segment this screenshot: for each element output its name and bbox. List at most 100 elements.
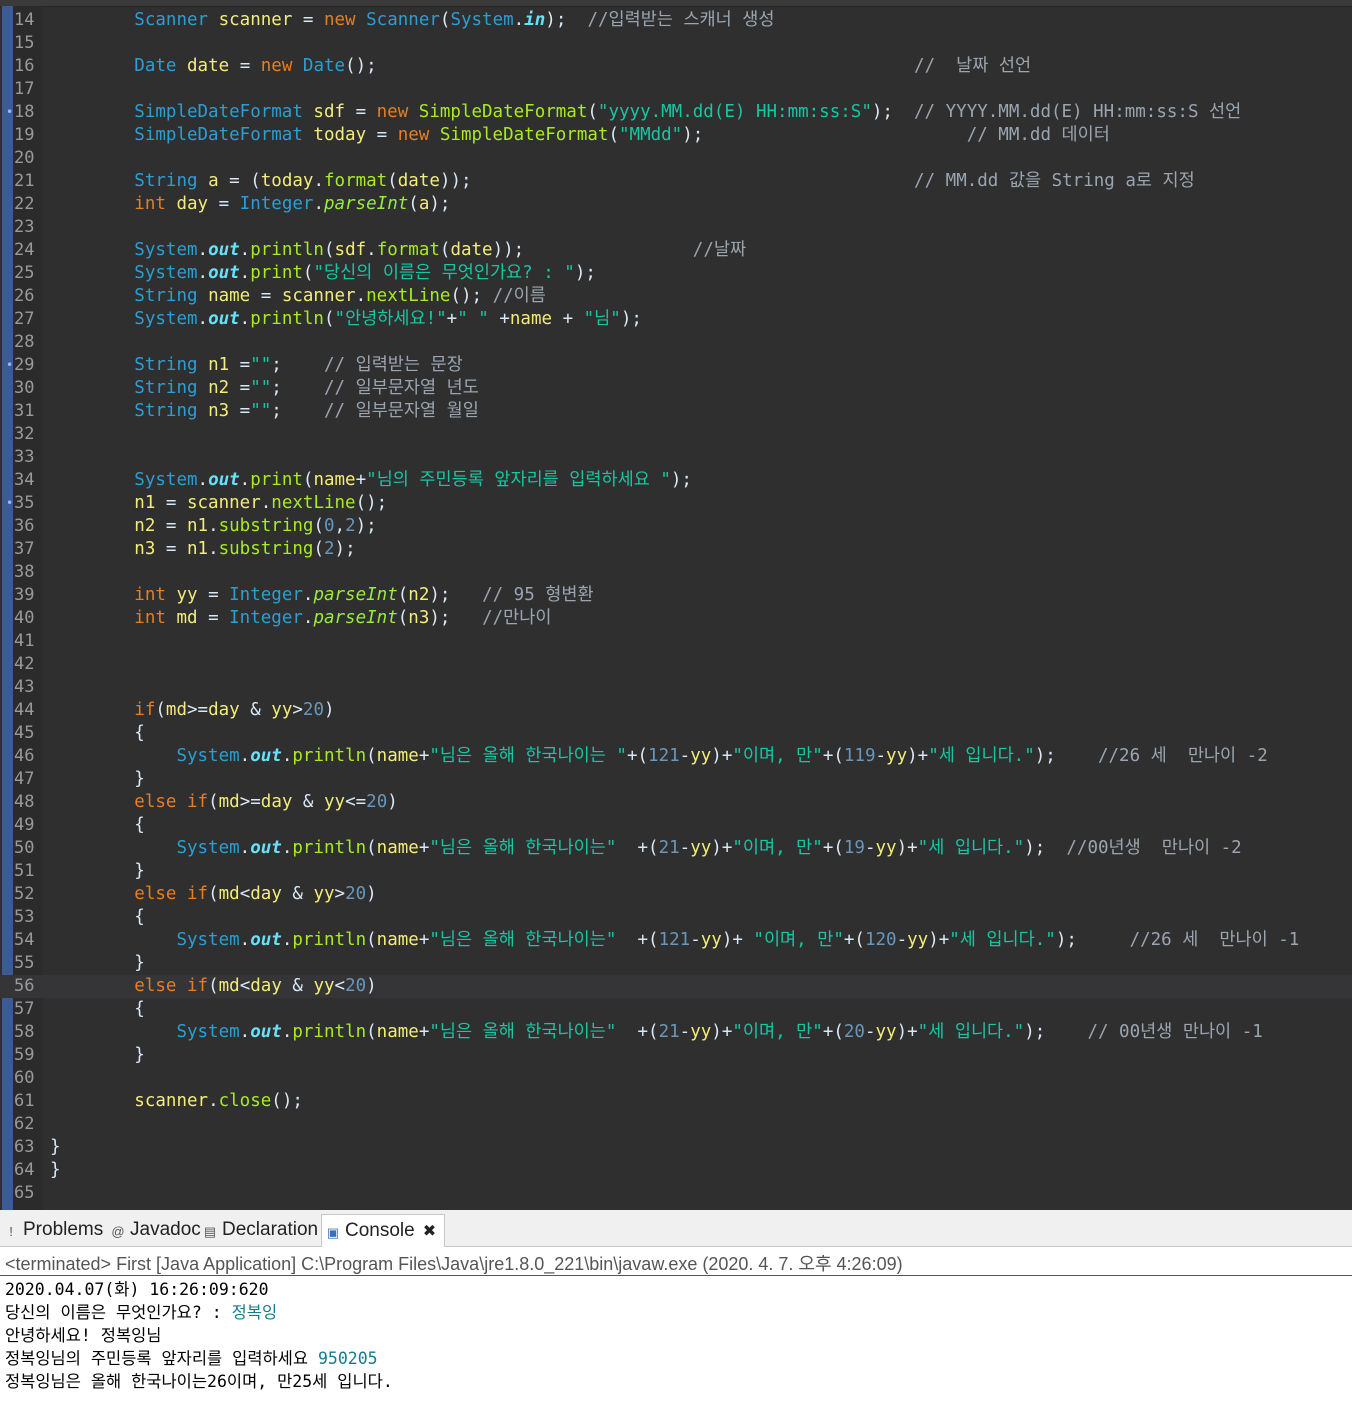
code-line[interactable]: 33 xyxy=(0,446,1352,469)
code-line[interactable]: 42 xyxy=(0,653,1352,676)
code-token: ( xyxy=(323,309,335,329)
line-number: 60 xyxy=(14,1068,35,1088)
tab-label: Console xyxy=(345,1220,415,1241)
code-line[interactable]: 65 xyxy=(0,1182,1352,1205)
code-line[interactable]: 36 n2 = n1.substring(0,2); xyxy=(0,515,1352,538)
code-line[interactable]: 56 else if(md<day & yy<20) xyxy=(0,975,1352,998)
code-line[interactable]: • 29 String n1 =""; // 입력받는 문장 xyxy=(0,354,1352,377)
code-token: substring xyxy=(218,539,314,559)
code-line[interactable]: 14 Scanner scanner = new Scanner(System.… xyxy=(0,9,1352,32)
code-line[interactable]: 25 System.out.print("당신의 이름은 무엇인가요? : ")… xyxy=(0,262,1352,285)
tab-problems[interactable]: ! Problems xyxy=(4,1214,103,1246)
line-number: 59 xyxy=(14,1045,35,1065)
code-token: new xyxy=(397,125,430,145)
console-output[interactable]: 2020.04.07(화) 16:26:09:620 당신의 이름은 무엇인가요?… xyxy=(0,1278,1352,1393)
code-token: . xyxy=(239,240,251,260)
code-token: . xyxy=(281,838,293,858)
code-line[interactable]: 28 xyxy=(0,331,1352,354)
code-line[interactable]: 15 xyxy=(0,32,1352,55)
code-token: // 일부문자열 월일 xyxy=(323,401,479,421)
code-line[interactable]: 51 } xyxy=(0,860,1352,883)
code-line[interactable]: 46 System.out.println(name+"님은 올해 한국나이는 … xyxy=(0,745,1352,768)
code-line[interactable]: 27 System.out.println("안녕하세요!"+" " +name… xyxy=(0,308,1352,331)
code-line[interactable]: 61 scanner.close(); xyxy=(0,1090,1352,1113)
code-line[interactable]: 39 int yy = Integer.parseInt(n2); // 95 … xyxy=(0,584,1352,607)
code-area[interactable]: 14 Scanner scanner = new Scanner(System.… xyxy=(0,9,1352,1205)
code-line[interactable]: 44 if(md>=day & yy>20) xyxy=(0,699,1352,722)
code-line[interactable]: 45 { xyxy=(0,722,1352,745)
code-line[interactable]: 41 xyxy=(0,630,1352,653)
code-line[interactable]: 43 xyxy=(0,676,1352,699)
code-token: println xyxy=(292,838,367,858)
code-token: ) xyxy=(387,792,398,812)
close-icon[interactable]: ✖ xyxy=(423,1223,436,1240)
code-line[interactable]: 63} xyxy=(0,1136,1352,1159)
code-line[interactable]: 24 System.out.println(sdf.format(date));… xyxy=(0,239,1352,262)
code-token: ); xyxy=(682,125,967,145)
code-line[interactable]: 55 } xyxy=(0,952,1352,975)
code-line[interactable]: 58 System.out.println(name+"님은 올해 한국나이는"… xyxy=(0,1021,1352,1044)
code-line[interactable]: 59 } xyxy=(0,1044,1352,1067)
code-editor[interactable]: 14 Scanner scanner = new Scanner(System.… xyxy=(0,0,1352,1210)
line-number: 63 xyxy=(14,1137,35,1157)
line-number: 47 xyxy=(14,769,35,789)
code-token: "" xyxy=(250,401,272,421)
code-token: } xyxy=(50,769,145,789)
code-token: +( xyxy=(616,838,659,858)
console-output-text: 정복잉님의 주민등록 앞자리를 입력하세요 xyxy=(5,1349,318,1368)
code-text: int yy = Integer.parseInt(n2); // 95 형변환 xyxy=(50,584,593,607)
code-line[interactable]: 22 int day = Integer.parseInt(a); xyxy=(0,193,1352,216)
tab-javadoc[interactable]: @ Javadoc xyxy=(111,1214,200,1246)
code-token: else xyxy=(134,976,177,996)
code-line[interactable]: 60 xyxy=(0,1067,1352,1090)
code-text: { xyxy=(50,998,145,1021)
code-line[interactable]: 40 int md = Integer.parseInt(n3); //만나이 xyxy=(0,607,1352,630)
code-line[interactable]: 17 xyxy=(0,78,1352,101)
code-token: = xyxy=(155,516,187,536)
code-line[interactable]: 62 xyxy=(0,1113,1352,1136)
code-token: yy xyxy=(690,746,712,766)
code-line[interactable]: 20 xyxy=(0,147,1352,170)
code-line[interactable]: 21 String a = (today.format(date)); // M… xyxy=(0,170,1352,193)
code-token: //00년생 만나이 -2 xyxy=(1066,838,1242,858)
code-line[interactable]: 57 { xyxy=(0,998,1352,1021)
code-token: 0 xyxy=(323,516,335,536)
code-line[interactable]: 52 else if(md<day & yy>20) xyxy=(0,883,1352,906)
tab-console[interactable]: ▣ Console ✖ xyxy=(321,1214,446,1247)
code-line[interactable]: 32 xyxy=(0,423,1352,446)
code-line[interactable]: 49 { xyxy=(0,814,1352,837)
code-line[interactable]: 31 String n3 =""; // 일부문자열 월일 xyxy=(0,400,1352,423)
code-line[interactable]: 30 String n2 =""; // 일부문자열 년도 xyxy=(0,377,1352,400)
code-line[interactable]: 16 Date date = new Date(); // 날짜 선언 xyxy=(0,55,1352,78)
code-token: . xyxy=(208,539,219,559)
code-line[interactable]: • 35 n1 = scanner.nextLine(); xyxy=(0,492,1352,515)
code-token: . xyxy=(239,470,251,490)
code-line[interactable]: 37 n3 = n1.substring(2); xyxy=(0,538,1352,561)
code-token: ( xyxy=(208,976,219,996)
code-line[interactable]: 34 System.out.print(name+"님의 주민등록 앞자리를 입… xyxy=(0,469,1352,492)
code-token: . xyxy=(281,746,293,766)
code-token: // MM.dd 데이터 xyxy=(966,125,1110,145)
tab-declaration[interactable]: ▤ Declaration xyxy=(203,1214,318,1246)
code-line[interactable]: 50 System.out.println(name+"님은 올해 한국나이는"… xyxy=(0,837,1352,860)
code-text: System.out.println(name+"님은 올해 한국나이는" +(… xyxy=(50,1021,1262,1044)
code-token: ( xyxy=(397,585,409,605)
code-line[interactable]: 54 System.out.println(name+"님은 올해 한국나이는"… xyxy=(0,929,1352,952)
code-token: . xyxy=(513,10,525,30)
code-token: "님은 올해 한국나이는" xyxy=(429,930,617,950)
code-line[interactable]: 23 xyxy=(0,216,1352,239)
code-line[interactable]: • 18 SimpleDateFormat sdf = new SimpleDat… xyxy=(0,101,1352,124)
code-line[interactable]: 26 String name = scanner.nextLine(); //이… xyxy=(0,285,1352,308)
code-line[interactable]: 48 else if(md>=day & yy<=20) xyxy=(0,791,1352,814)
code-line[interactable]: 19 SimpleDateFormat today = new SimpleDa… xyxy=(0,124,1352,147)
code-text: System.out.print("당신의 이름은 무엇인가요? : "); xyxy=(50,262,596,285)
code-line[interactable]: 53 { xyxy=(0,906,1352,929)
code-token: ) xyxy=(366,884,377,904)
code-line[interactable]: 47 } xyxy=(0,768,1352,791)
code-line[interactable]: 38 xyxy=(0,561,1352,584)
code-line[interactable]: 64} xyxy=(0,1159,1352,1182)
